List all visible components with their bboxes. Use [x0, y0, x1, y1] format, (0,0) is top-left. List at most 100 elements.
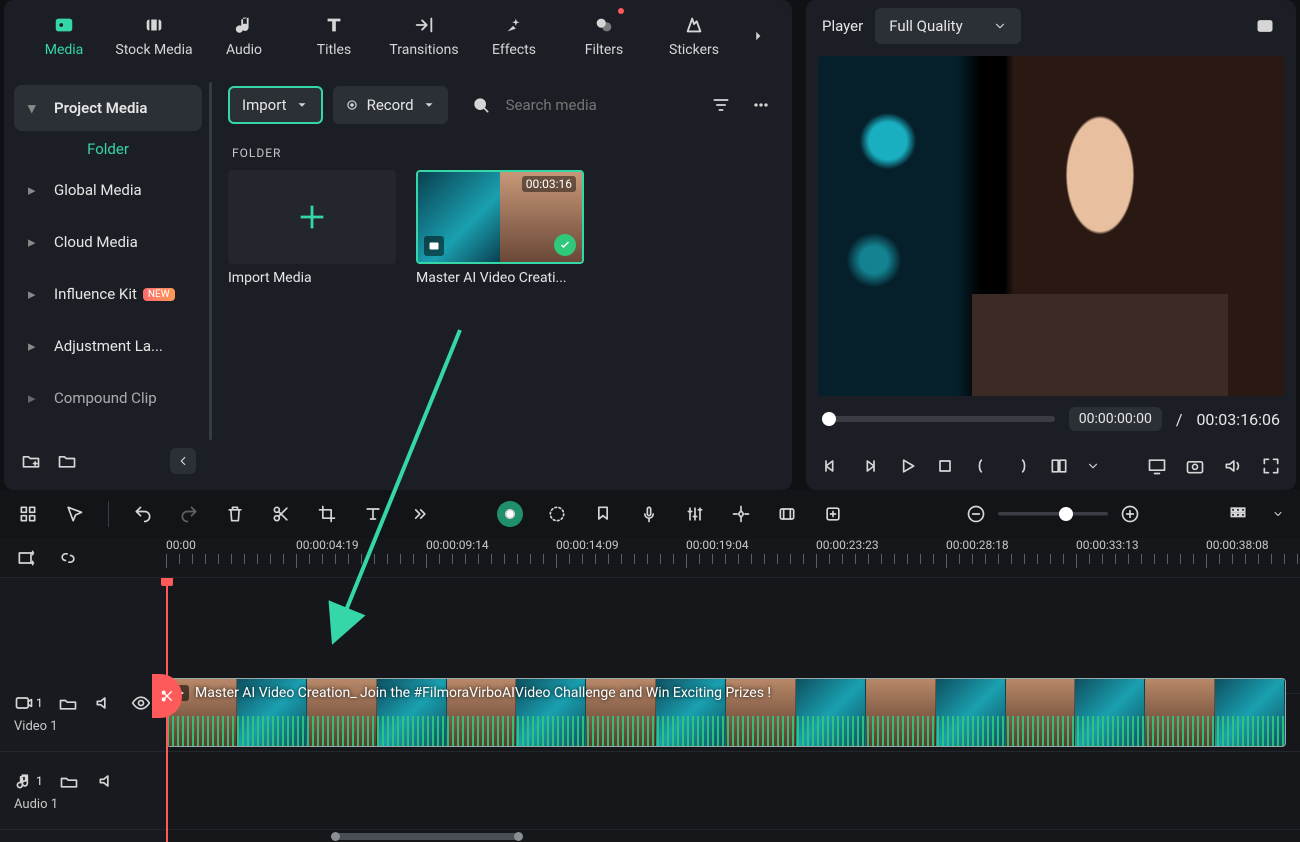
snapshot-preview-button[interactable]: [1250, 11, 1280, 41]
media-sidebar: ▾ Project Media Folder ▸ Global Media ▸ …: [4, 72, 212, 490]
sidebar-compound-clip[interactable]: ▸ Compound Clip: [14, 375, 202, 421]
chevron-right-icon: ▸: [28, 389, 42, 407]
media-clip-tile[interactable]: 00:03:16 Master AI Video Creati...: [416, 170, 584, 286]
zoom-slider-knob[interactable]: [1059, 507, 1073, 521]
tabs-more-button[interactable]: [740, 0, 776, 72]
new-folder-button[interactable]: [20, 450, 42, 472]
sidebar-folder[interactable]: Folder: [10, 140, 206, 158]
mark-in-button[interactable]: [972, 455, 994, 477]
video-track-lock[interactable]: [57, 691, 79, 715]
player-label: Player: [822, 17, 863, 35]
layout-button[interactable]: [1048, 455, 1070, 477]
player-transport: 00:00:00:00 / 00:03:16:06: [806, 396, 1296, 442]
crop-button[interactable]: [315, 502, 339, 526]
text-button[interactable]: [361, 502, 385, 526]
sidebar-global-media[interactable]: ▸ Global Media: [14, 167, 202, 213]
video-track-mute[interactable]: [93, 691, 115, 715]
tab-titles[interactable]: Titles: [290, 0, 378, 72]
video-clip[interactable]: Master AI Video Creation_ Join the #Film…: [166, 678, 1286, 747]
link-button[interactable]: [56, 546, 80, 570]
timeline-hscrollbar[interactable]: [332, 833, 1290, 840]
player-time-separator: /: [1176, 410, 1183, 429]
marker-button[interactable]: [591, 502, 615, 526]
fullscreen-button[interactable]: [1260, 455, 1282, 477]
zoom-in-button[interactable]: [1118, 502, 1142, 526]
prev-frame-button[interactable]: [820, 455, 842, 477]
more-options-button[interactable]: [746, 90, 776, 120]
audio-icon: [233, 14, 255, 36]
audio-track-header[interactable]: 1 Audio 1: [0, 752, 166, 830]
tab-stock-media[interactable]: Stock Media: [110, 0, 198, 72]
auto-reframe-button[interactable]: [729, 502, 753, 526]
stop-button[interactable]: [934, 455, 956, 477]
import-button[interactable]: Import: [228, 86, 323, 124]
render-button[interactable]: [775, 502, 799, 526]
search-icon: [466, 90, 496, 120]
mark-out-button[interactable]: [1010, 455, 1032, 477]
hscroll-thumb[interactable]: [332, 833, 522, 840]
snapshot-button[interactable]: [1184, 455, 1206, 477]
collapse-sidebar-button[interactable]: [170, 448, 196, 474]
layout-chevron-icon[interactable]: [1086, 455, 1100, 477]
sidebar-project-media-label: Project Media: [54, 99, 147, 117]
audio-track-lock[interactable]: [57, 769, 81, 793]
player-viewport[interactable]: [818, 56, 1284, 396]
folder-button[interactable]: [56, 450, 78, 472]
audio-track-mute[interactable]: [95, 769, 119, 793]
keyframe-button[interactable]: [821, 502, 845, 526]
next-frame-button[interactable]: [858, 455, 880, 477]
import-media-tile[interactable]: Import Media: [228, 170, 396, 286]
timeline-tracks[interactable]: Master AI Video Creation_ Join the #Film…: [166, 578, 1300, 842]
sidebar-project-media[interactable]: ▾ Project Media: [14, 85, 202, 131]
zoom-out-button[interactable]: [964, 502, 988, 526]
tab-audio[interactable]: Audio: [200, 0, 288, 72]
delete-button[interactable]: [223, 502, 247, 526]
sidebar-adjustment-layer[interactable]: ▸ Adjustment La...: [14, 323, 202, 369]
add-track-button[interactable]: [14, 546, 38, 570]
tab-stock-media-label: Stock Media: [115, 42, 192, 58]
media-clip-frame: 00:03:16: [416, 170, 584, 264]
timeline: 00:00 00:00:04:19 00:00:09:14 00:00:14:0…: [0, 538, 1300, 842]
record-button[interactable]: Record: [333, 86, 448, 124]
search-wrap: [458, 90, 696, 120]
media-icon: [53, 14, 75, 36]
selection-tool-button[interactable]: [62, 502, 86, 526]
player-total-time: 00:03:16:06: [1196, 410, 1280, 429]
sidebar-cloud-media[interactable]: ▸ Cloud Media: [14, 219, 202, 265]
player-controls: [806, 442, 1296, 490]
sidebar-influence-kit[interactable]: ▸ Influence Kit NEW: [14, 271, 202, 317]
scrubber-knob[interactable]: [822, 412, 836, 426]
magnet-button[interactable]: [16, 502, 40, 526]
tab-filters-label: Filters: [585, 42, 624, 58]
tab-stickers[interactable]: Stickers: [650, 0, 738, 72]
tab-transitions[interactable]: Transitions: [380, 0, 468, 72]
timeline-ruler[interactable]: 00:00 00:00:04:19 00:00:09:14 00:00:14:0…: [166, 538, 1300, 578]
split-button[interactable]: [269, 502, 293, 526]
audio-track-icon: 1: [14, 769, 43, 793]
search-input[interactable]: [506, 96, 646, 114]
volume-button[interactable]: [1222, 455, 1244, 477]
audio-mixer-button[interactable]: [683, 502, 707, 526]
tab-transitions-label: Transitions: [389, 42, 458, 58]
effects-tl-button[interactable]: [545, 502, 569, 526]
tab-filters[interactable]: Filters: [560, 0, 648, 72]
ai-assistant-button[interactable]: [497, 501, 523, 527]
more-tools-button[interactable]: [407, 502, 431, 526]
play-button[interactable]: [896, 455, 918, 477]
undo-button[interactable]: [131, 502, 155, 526]
display-button[interactable]: [1146, 455, 1168, 477]
stock-media-icon: [143, 14, 165, 36]
player-quality-dropdown[interactable]: Full Quality: [875, 8, 1020, 44]
redo-button[interactable]: [177, 502, 201, 526]
video-track-header[interactable]: 1 Video 1: [0, 674, 166, 752]
timeline-view-chevron[interactable]: [1272, 502, 1284, 526]
player-scrubber[interactable]: [822, 416, 1055, 422]
timeline-view-button[interactable]: [1226, 502, 1250, 526]
voiceover-button[interactable]: [637, 502, 661, 526]
zoom-slider[interactable]: [998, 512, 1108, 516]
video-track-visible[interactable]: [130, 691, 152, 715]
tab-effects[interactable]: Effects: [470, 0, 558, 72]
used-check-icon: [554, 234, 576, 256]
tab-media[interactable]: Media: [20, 0, 108, 72]
filter-button[interactable]: [706, 90, 736, 120]
